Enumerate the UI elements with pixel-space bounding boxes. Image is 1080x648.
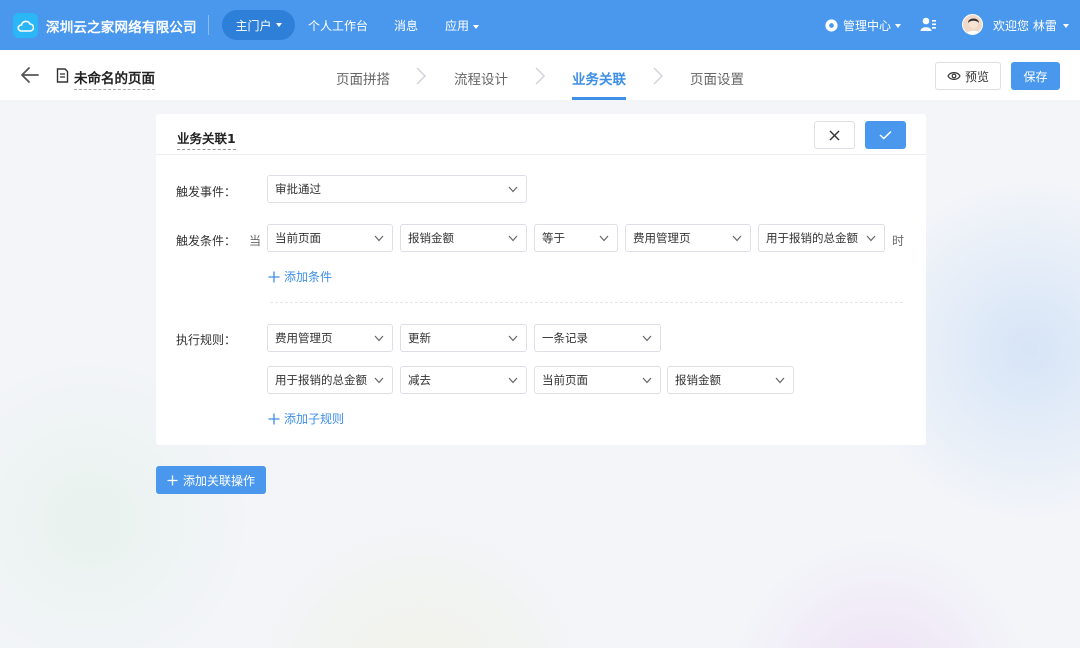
step-page-settings[interactable]: 页面设置 bbox=[690, 68, 744, 88]
eye-icon bbox=[947, 72, 961, 80]
plus-icon bbox=[268, 413, 280, 424]
gear-icon bbox=[825, 19, 838, 32]
condition-field-select[interactable]: 报销金额 bbox=[400, 224, 527, 252]
add-subrule-link[interactable]: 添加子规则 bbox=[268, 410, 344, 427]
top-navigation-bar: 深圳云之家网络有限公司 主门户 个人工作台 消息 应用 管理中心 欢迎您 林雷 bbox=[0, 0, 1080, 50]
step-process-design[interactable]: 流程设计 bbox=[454, 68, 508, 88]
chevron-down-icon bbox=[508, 186, 518, 193]
condition-operator-select[interactable]: 等于 bbox=[534, 224, 618, 252]
trigger-event-label: 触发事件： bbox=[176, 185, 237, 199]
page-title[interactable]: 未命名的页面 bbox=[74, 67, 155, 90]
chevron-right-icon bbox=[535, 67, 546, 85]
chevron-down-icon bbox=[642, 335, 652, 342]
card-title[interactable]: 业务关联1 bbox=[177, 128, 236, 150]
chevron-down-icon bbox=[374, 335, 384, 342]
contacts-icon[interactable] bbox=[920, 16, 937, 33]
chevron-right-icon bbox=[416, 67, 427, 85]
select-value: 减去 bbox=[408, 373, 431, 387]
select-value: 费用管理页 bbox=[633, 231, 691, 245]
plus-icon bbox=[268, 271, 280, 282]
trigger-event-select[interactable]: 审批通过 bbox=[267, 175, 527, 203]
select-value: 费用管理页 bbox=[275, 331, 333, 345]
select-value: 一条记录 bbox=[542, 331, 588, 345]
caret-down-icon bbox=[1062, 23, 1069, 28]
preview-label: 预览 bbox=[964, 69, 989, 84]
condition-suffix: 时 bbox=[892, 234, 905, 248]
document-icon bbox=[56, 68, 69, 83]
chevron-down-icon bbox=[732, 235, 742, 242]
chevron-down-icon bbox=[642, 377, 652, 384]
condition-target-field-select[interactable]: 用于报销的总金额 bbox=[758, 224, 885, 252]
subrule-operation-select[interactable]: 减去 bbox=[400, 366, 527, 394]
nav-main-portal[interactable]: 主门户 bbox=[222, 10, 295, 40]
admin-center-label: 管理中心 bbox=[843, 19, 892, 33]
chevron-down-icon bbox=[508, 235, 518, 242]
caret-down-icon bbox=[895, 23, 902, 28]
select-value: 用于报销的总金额 bbox=[766, 231, 858, 245]
execution-rule-label: 执行规则： bbox=[176, 333, 237, 347]
plus-icon bbox=[167, 474, 178, 486]
confirm-button[interactable] bbox=[865, 121, 906, 149]
select-value: 等于 bbox=[542, 231, 565, 245]
nav-messages[interactable]: 消息 bbox=[394, 17, 418, 34]
chevron-down-icon bbox=[508, 335, 518, 342]
welcome-text: 欢迎您 林雷 bbox=[993, 19, 1057, 33]
select-value: 当前页面 bbox=[542, 373, 588, 387]
add-condition-link[interactable]: 添加条件 bbox=[268, 268, 332, 285]
step-page-build[interactable]: 页面拼搭 bbox=[336, 68, 390, 88]
select-value: 当前页面 bbox=[275, 231, 321, 245]
condition-prefix: 当 bbox=[249, 234, 262, 248]
chevron-down-icon bbox=[374, 235, 384, 242]
step-business-link[interactable]: 业务关联 bbox=[572, 68, 626, 88]
topbar-divider bbox=[208, 15, 209, 35]
caret-down-icon bbox=[275, 23, 282, 27]
select-value: 报销金额 bbox=[675, 373, 721, 387]
add-link-operation-label: 添加关联操作 bbox=[182, 473, 255, 488]
cloud-logo-icon bbox=[13, 13, 38, 38]
close-button[interactable] bbox=[814, 121, 855, 149]
rule-scope-select[interactable]: 一条记录 bbox=[534, 324, 661, 352]
user-avatar[interactable] bbox=[962, 14, 983, 35]
select-value: 报销金额 bbox=[408, 231, 454, 245]
add-subrule-label: 添加子规则 bbox=[284, 412, 345, 426]
trigger-condition-label: 触发条件： bbox=[176, 234, 237, 248]
subrule-source-field-select[interactable]: 报销金额 bbox=[667, 366, 794, 394]
chevron-down-icon bbox=[599, 235, 609, 242]
user-menu[interactable]: 欢迎您 林雷 bbox=[993, 17, 1069, 34]
add-link-operation-button[interactable]: 添加关联操作 bbox=[156, 466, 266, 494]
chevron-right-icon bbox=[653, 67, 664, 85]
check-icon bbox=[879, 130, 892, 140]
nav-apps-label: 应用 bbox=[445, 19, 470, 33]
select-value: 审批通过 bbox=[275, 182, 321, 196]
caret-down-icon bbox=[473, 24, 480, 29]
rule-target-page-select[interactable]: 费用管理页 bbox=[267, 324, 393, 352]
nav-main-portal-label: 主门户 bbox=[235, 18, 272, 33]
subrule-field-select[interactable]: 用于报销的总金额 bbox=[267, 366, 393, 394]
nav-apps[interactable]: 应用 bbox=[445, 17, 480, 34]
rule-action-select[interactable]: 更新 bbox=[400, 324, 527, 352]
save-button[interactable]: 保存 bbox=[1011, 62, 1060, 90]
active-step-indicator bbox=[572, 97, 626, 100]
chevron-down-icon bbox=[508, 377, 518, 384]
nav-personal-workbench[interactable]: 个人工作台 bbox=[308, 17, 368, 34]
back-arrow-icon[interactable] bbox=[20, 66, 40, 84]
condition-target-page-select[interactable]: 费用管理页 bbox=[625, 224, 751, 252]
select-value: 更新 bbox=[408, 331, 431, 345]
chevron-down-icon bbox=[866, 235, 876, 242]
preview-button[interactable]: 预览 bbox=[935, 62, 1001, 90]
condition-source-select[interactable]: 当前页面 bbox=[267, 224, 393, 252]
chevron-down-icon bbox=[775, 377, 785, 384]
section-divider bbox=[270, 302, 903, 303]
select-value: 用于报销的总金额 bbox=[275, 373, 367, 387]
card-header-divider bbox=[156, 154, 926, 155]
company-name: 深圳云之家网络有限公司 bbox=[46, 20, 197, 36]
close-icon bbox=[829, 130, 840, 140]
admin-center-menu[interactable]: 管理中心 bbox=[824, 17, 902, 34]
chevron-down-icon bbox=[374, 377, 384, 384]
add-condition-label: 添加条件 bbox=[284, 270, 333, 284]
subrule-source-select[interactable]: 当前页面 bbox=[534, 366, 661, 394]
